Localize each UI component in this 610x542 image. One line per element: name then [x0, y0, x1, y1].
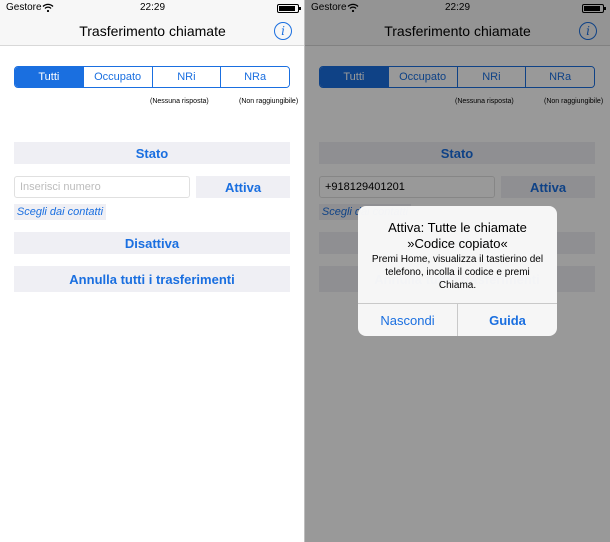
nav-bar: Trasferimento chiamate i — [0, 16, 305, 46]
left-screen: Gestore 22:29 Trasferimento chiamate i T… — [0, 0, 305, 542]
alert-title-line-1: Attiva: Tutte le chiamate — [388, 220, 527, 235]
stato-button[interactable]: Stato — [14, 142, 290, 164]
alert-actions: Nascondi Guida — [358, 303, 557, 336]
alert-message: Premi Home, visualizza il tastierino del… — [371, 254, 544, 291]
segment-nri[interactable]: NRi — [151, 67, 221, 87]
nra-sublabel: (Non raggiungibile) — [239, 98, 299, 105]
choose-contacts-button[interactable]: Scegli dai contatti — [14, 204, 106, 220]
alert-title-line-2: »Codice copiato« — [407, 236, 508, 251]
status-bar: Gestore 22:29 — [0, 0, 305, 16]
disattiva-button[interactable]: Disattiva — [14, 232, 290, 254]
forwarding-type-segmented-control: Tutti Occupato NRi NRa — [14, 66, 290, 88]
segment-nra[interactable]: NRa — [220, 67, 289, 87]
info-icon[interactable]: i — [274, 22, 292, 40]
attiva-button[interactable]: Attiva — [196, 176, 290, 198]
right-screen: Gestore 22:29 Trasferimento chiamate i T… — [305, 0, 610, 542]
alert-guide-button[interactable]: Guida — [457, 304, 557, 336]
number-input[interactable]: Inserisci numero — [14, 176, 190, 198]
number-input-placeholder: Inserisci numero — [20, 181, 101, 193]
alert-dialog: Attiva: Tutte le chiamate »Codice copiat… — [358, 206, 557, 336]
segment-occupato[interactable]: Occupato — [82, 67, 152, 87]
segment-tutti[interactable]: Tutti — [15, 67, 83, 87]
page-title: Trasferimento chiamate — [79, 23, 226, 39]
cancel-all-forwarding-button[interactable]: Annulla tutti i trasferimenti — [14, 266, 290, 292]
nri-sublabel: (Nessuna risposta) — [150, 98, 209, 105]
battery-icon — [277, 4, 301, 13]
alert-dismiss-button[interactable]: Nascondi — [358, 304, 457, 336]
alert-title: Attiva: Tutte le chiamate »Codice copiat… — [366, 220, 549, 252]
clock: 22:29 — [139, 2, 166, 13]
screen-divider — [304, 0, 305, 542]
